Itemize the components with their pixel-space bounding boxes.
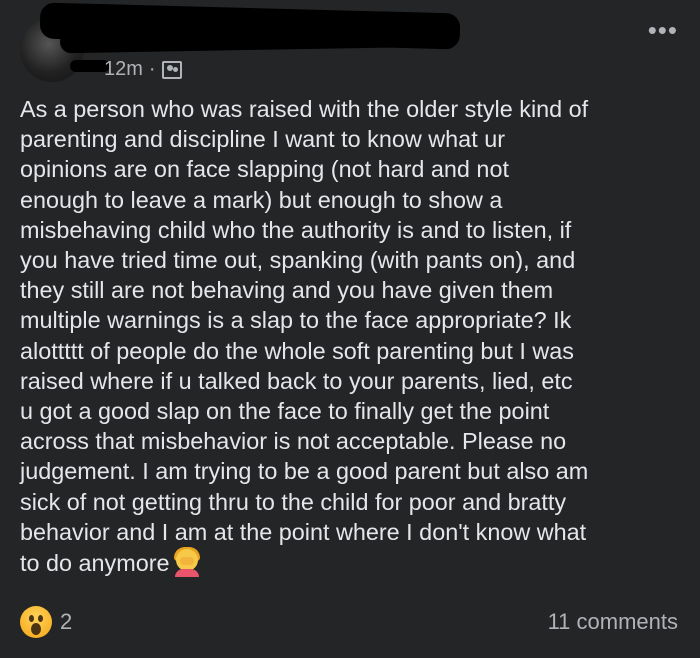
group-icon — [161, 60, 182, 79]
post-footer: 2 11 comments — [20, 606, 678, 638]
meta-separator: · — [148, 58, 156, 80]
reactions-summary[interactable]: 2 — [20, 606, 72, 638]
post-timestamp[interactable]: 12m — [104, 58, 143, 81]
more-options-icon[interactable]: ••• — [648, 17, 678, 43]
reaction-count: 2 — [60, 609, 73, 634]
post-body: As a person who was raised with the olde… — [20, 94, 682, 578]
post-body-text: As a person who was raised with the olde… — [20, 96, 589, 577]
post-meta: 12m · — [104, 58, 182, 81]
comments-count-link[interactable]: 11 comments — [548, 609, 678, 635]
woman-facepalming-emoji — [172, 547, 202, 578]
wow-reaction-icon — [20, 606, 52, 638]
